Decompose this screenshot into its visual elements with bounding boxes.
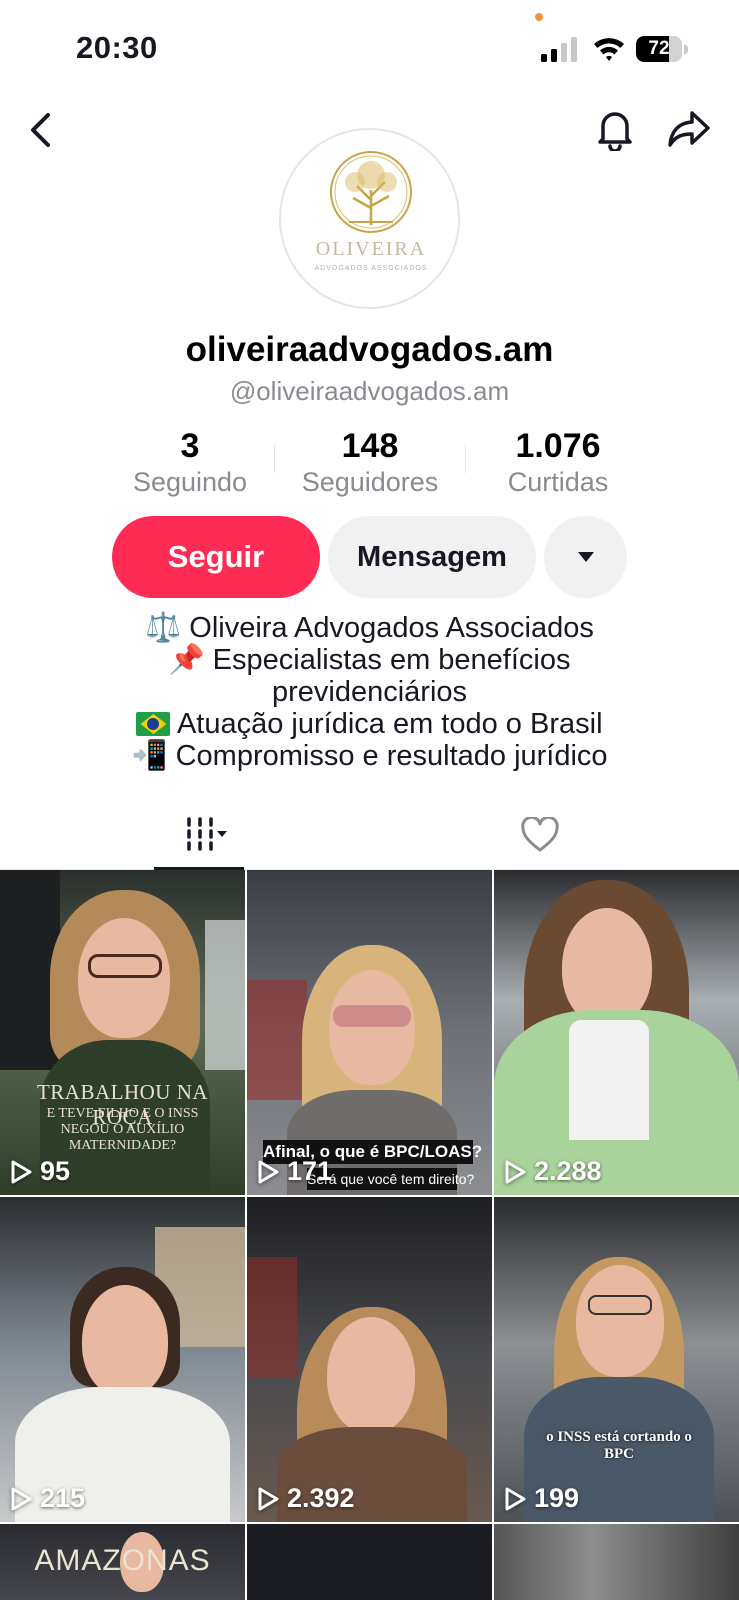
bio-line: 📲 Compromisso e resultado jurídico — [131, 740, 608, 772]
battery-percent: 72 — [648, 38, 670, 59]
profile-bio: ⚖️ Oliveira Advogados Associados 📌 Espec… — [40, 612, 699, 772]
bio-line: previdenciários — [271, 676, 468, 708]
video-view-count: 199 — [534, 1483, 580, 1513]
play-icon — [505, 1487, 526, 1510]
video-views: 95 — [10, 1156, 70, 1187]
chevron-left-icon — [31, 113, 50, 147]
status-time: 20:30 — [76, 30, 158, 65]
share-arrow-icon — [668, 111, 710, 147]
video-thumbnail[interactable] — [494, 1524, 739, 1600]
play-icon — [505, 1160, 526, 1183]
stat-divider — [274, 445, 275, 473]
profile-tabs — [0, 800, 739, 870]
video-thumbnail[interactable]: Afinal, o que é BPC/LOAS? Será que você … — [247, 870, 492, 1195]
battery-icon: 72 — [636, 36, 688, 62]
tiktok-profile-screen: 20:30 72 OLIVEIRA ADVOGADOS ASSOCIADOS o… — [0, 0, 739, 1600]
video-views: 215 — [10, 1483, 85, 1514]
play-icon — [11, 1160, 32, 1183]
tab-liked[interactable] — [510, 800, 570, 870]
bio-line: ⚖️ Oliveira Advogados Associados — [145, 612, 594, 644]
stat-following[interactable]: 3 Seguindo — [100, 427, 280, 499]
video-thumbnail[interactable] — [247, 1524, 492, 1600]
video-caption-body: E TEVE FILHO E O INSS NEGOU O AUXÍLIO MA… — [46, 1106, 199, 1153]
play-icon — [258, 1160, 279, 1183]
play-icon — [11, 1487, 32, 1510]
stat-followers-label: Seguidores — [301, 467, 439, 497]
caret-down-icon — [577, 552, 594, 562]
video-thumbnail[interactable]: 215 — [0, 1197, 245, 1522]
stat-likes-label: Curtidas — [507, 467, 609, 497]
heart-icon — [521, 817, 559, 852]
stat-following-label: Seguindo — [132, 467, 248, 497]
status-bar: 20:30 72 — [0, 0, 739, 90]
video-thumbnail[interactable]: TRABALHOU NA ROÇA E TEVE FILHO E O INSS … — [0, 870, 245, 1195]
video-views: 2.392 — [257, 1483, 355, 1514]
profile-avatar[interactable]: OLIVEIRA ADVOGADOS ASSOCIADOS — [279, 128, 460, 309]
stat-following-value: 3 — [180, 427, 200, 465]
video-view-count: 215 — [40, 1483, 86, 1513]
video-thumbnail[interactable]: 2.288 — [494, 870, 739, 1195]
video-caption-title: AMAZONAS — [34, 1544, 211, 1577]
bio-line: 📌 Especialistas em benefícios — [168, 644, 571, 676]
profile-handle: @oliveiraadvogados.am — [229, 376, 510, 406]
follow-button[interactable]: Seguir — [112, 516, 320, 598]
video-thumbnail[interactable]: 2.392 — [247, 1197, 492, 1522]
stat-likes[interactable]: 1.076 Curtidas — [468, 427, 648, 499]
video-caption-title: o INSS está cortando o BPC — [546, 1429, 692, 1462]
profile-stats: 3 Seguindo 148 Seguidores 1.076 Curtidas — [100, 427, 640, 497]
video-views: 2.288 — [504, 1156, 602, 1187]
play-icon — [258, 1487, 279, 1510]
privacy-indicator-dot — [535, 13, 543, 21]
video-view-count: 95 — [40, 1156, 71, 1186]
video-view-count: 171 — [287, 1156, 333, 1186]
video-view-count: 2.288 — [534, 1156, 602, 1186]
cellular-signal-icon — [541, 37, 577, 62]
suggested-accounts-button[interactable] — [544, 516, 627, 598]
profile-username: oliveiraadvogados.am — [185, 330, 554, 369]
back-button[interactable] — [20, 108, 60, 152]
notifications-button[interactable] — [592, 104, 638, 154]
bell-icon — [598, 112, 632, 151]
video-thumbnail[interactable]: AMAZONAS — [0, 1524, 245, 1600]
wifi-icon — [594, 38, 624, 61]
logo-firm-subtitle: ADVOGADOS ASSOCIADOS — [315, 265, 428, 272]
stat-followers-value: 148 — [341, 427, 399, 465]
law-firm-logo: OLIVEIRA ADVOGADOS ASSOCIADOS — [315, 151, 428, 272]
video-views: 171 — [257, 1156, 332, 1187]
video-view-count: 2.392 — [287, 1483, 355, 1513]
bio-line-with-flag: Atuação jurídica em todo o Brasil — [40, 708, 699, 740]
stat-followers[interactable]: 148 Seguidores — [280, 427, 460, 499]
logo-firm-name: OLIVEIRA — [316, 238, 426, 260]
video-grid-icon — [187, 817, 227, 851]
video-thumbnail[interactable]: o INSS está cortando o BPC 199 — [494, 1197, 739, 1522]
tab-videos[interactable] — [154, 800, 244, 870]
stat-divider — [465, 445, 466, 473]
message-button[interactable]: Mensagem — [328, 516, 536, 598]
brazil-flag-icon — [136, 712, 171, 736]
video-views: 199 — [504, 1483, 579, 1514]
share-button[interactable] — [664, 104, 714, 154]
bio-line: Atuação jurídica em todo o Brasil — [176, 708, 603, 740]
stat-likes-value: 1.076 — [515, 427, 601, 465]
